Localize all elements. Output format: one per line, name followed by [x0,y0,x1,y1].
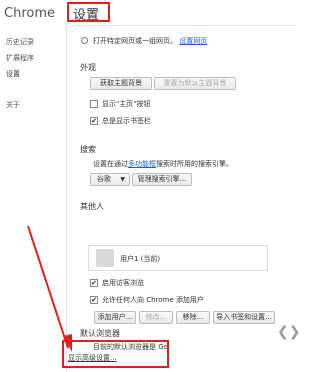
annotation-arrow-icon [27,225,72,352]
scroll-cursor-icon: ❮❯ [277,324,301,340]
